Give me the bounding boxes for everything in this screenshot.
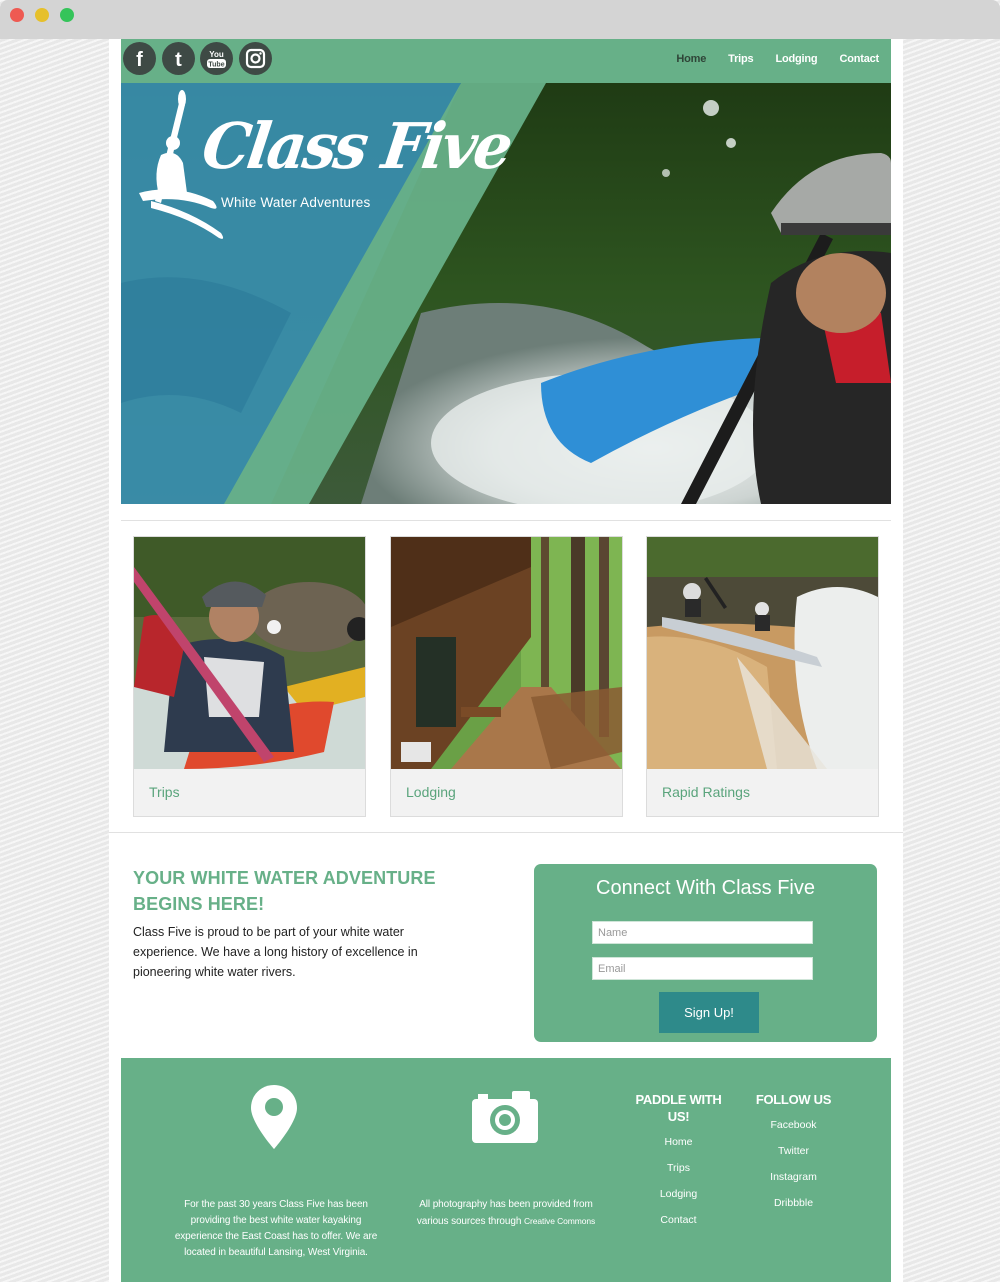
creative-commons-link[interactable]: Creative Commons xyxy=(524,1216,595,1226)
rapid-ratings-photo xyxy=(647,537,878,769)
nav-home[interactable]: Home xyxy=(676,53,706,65)
footer-link-dribbble[interactable]: Dribbble xyxy=(746,1197,841,1209)
svg-text:f: f xyxy=(136,49,143,71)
svg-text:You: You xyxy=(209,50,224,59)
footer-photo-credit: All photography has been provided from v… xyxy=(411,1197,601,1230)
minimize-window-dot[interactable] xyxy=(35,8,49,22)
footer-link-instagram[interactable]: Instagram xyxy=(746,1171,841,1183)
sign-up-button[interactable]: Sign Up! xyxy=(659,992,759,1033)
footer: For the past 30 years Class Five has bee… xyxy=(121,1058,891,1282)
footer-link-lodging[interactable]: Lodging xyxy=(631,1188,726,1200)
nav-trips[interactable]: Trips xyxy=(728,53,753,65)
instagram-icon[interactable] xyxy=(239,42,272,75)
svg-text:Tube: Tube xyxy=(208,62,224,69)
page: f t You Tube Home Trips Lodging Contact xyxy=(109,39,903,1282)
footer-link-trips[interactable]: Trips xyxy=(631,1162,726,1174)
card-rapid-ratings[interactable]: Rapid Ratings xyxy=(646,536,879,817)
intro-heading: YOUR WHITE WATER ADVENTURE BEGINS HERE! xyxy=(133,868,436,914)
top-bar: f t You Tube Home Trips Lodging Contact xyxy=(121,39,891,83)
twitter-icon[interactable]: t xyxy=(162,42,195,75)
facebook-icon[interactable]: f xyxy=(123,42,156,75)
signup-title: Connect With Class Five xyxy=(596,877,815,899)
logo-tagline: White Water Adventures xyxy=(221,195,371,210)
browser-chrome xyxy=(0,0,1000,39)
nav-contact[interactable]: Contact xyxy=(839,53,879,65)
card-rapid-ratings-label: Rapid Ratings xyxy=(662,784,750,800)
main-nav: Home Trips Lodging Contact xyxy=(654,53,879,65)
card-trips-label: Trips xyxy=(149,784,180,800)
card-lodging-label: Lodging xyxy=(406,784,456,800)
footer-link-facebook[interactable]: Facebook xyxy=(746,1119,841,1131)
email-input[interactable] xyxy=(592,957,813,980)
follow-us-title: FOLLOW US xyxy=(755,1092,832,1107)
close-window-dot[interactable] xyxy=(10,8,24,22)
maximize-window-dot[interactable] xyxy=(60,8,74,22)
intro-text: Class Five is proud to be part of your w… xyxy=(133,925,418,979)
footer-about-text: For the past 30 years Class Five has bee… xyxy=(174,1199,378,1258)
name-input[interactable] xyxy=(592,921,813,944)
footer-link-home[interactable]: Home xyxy=(631,1136,726,1148)
hero-banner: Class Five White Water Adventures xyxy=(121,83,891,504)
paddle-with-us-title: PADDLE WITH US! xyxy=(635,1092,722,1124)
cards-divider xyxy=(109,832,903,833)
footer-link-contact[interactable]: Contact xyxy=(631,1214,726,1226)
card-lodging[interactable]: Lodging xyxy=(390,536,623,817)
logo-title: Class Five xyxy=(197,110,515,184)
trips-photo xyxy=(134,537,365,769)
hero-divider xyxy=(121,520,891,521)
nav-lodging[interactable]: Lodging xyxy=(775,53,817,65)
card-trips[interactable]: Trips xyxy=(133,536,366,817)
lodging-photo xyxy=(391,537,622,769)
footer-link-twitter[interactable]: Twitter xyxy=(746,1145,841,1157)
camera-icon xyxy=(472,1091,538,1143)
signup-box: Connect With Class Five Sign Up! xyxy=(534,864,877,1042)
svg-text:t: t xyxy=(175,49,182,71)
youtube-icon[interactable]: You Tube xyxy=(200,42,233,75)
location-pin-icon xyxy=(251,1085,297,1149)
